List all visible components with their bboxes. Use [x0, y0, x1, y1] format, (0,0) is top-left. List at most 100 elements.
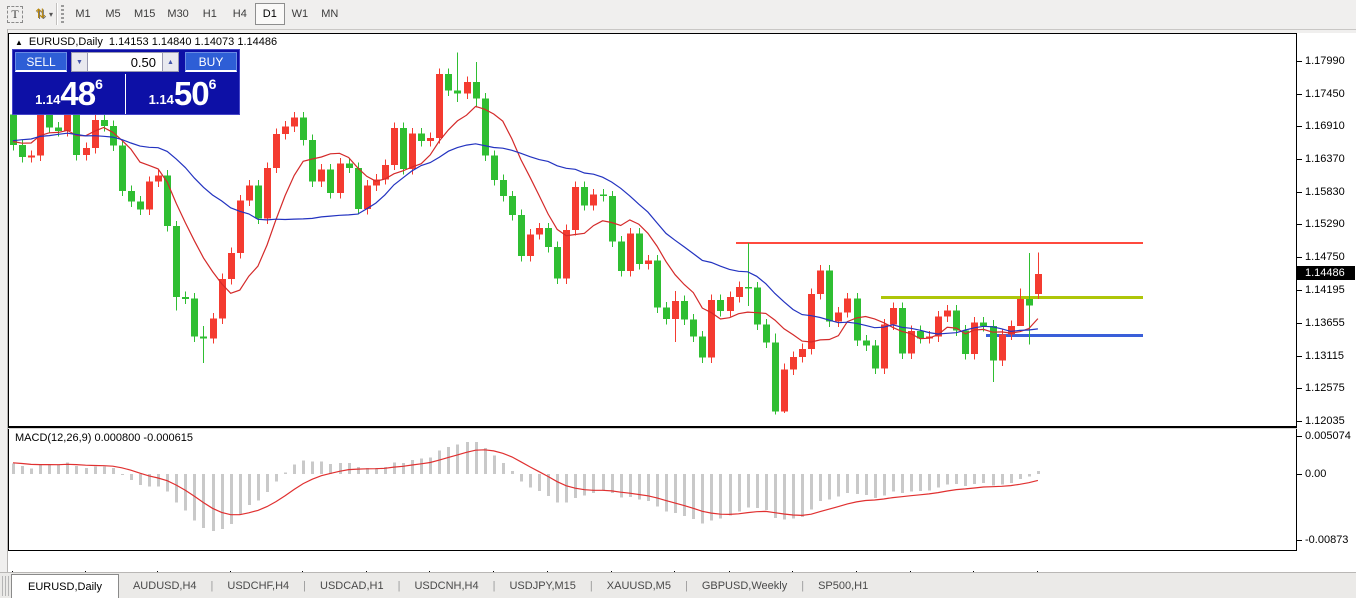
- chart-tab-usdcad[interactable]: USDCAD,H1: [306, 573, 398, 598]
- toolbar-drag-grip[interactable]: [61, 5, 64, 23]
- timeframe-button-m30[interactable]: M30: [161, 3, 194, 25]
- timeframe-button-m15[interactable]: M15: [128, 3, 161, 25]
- candle-body: [282, 127, 289, 134]
- candle-body: [572, 187, 579, 230]
- candle-body: [980, 323, 987, 327]
- chevron-down-icon: ▾: [49, 10, 53, 19]
- macd-histogram-bar: [955, 474, 958, 484]
- candle-body: [754, 287, 761, 324]
- price-axis-tick: [1297, 224, 1302, 225]
- chart-tab-gbpusd[interactable]: GBPUSD,Weekly: [688, 573, 801, 598]
- chart-tab-usdcnh[interactable]: USDCNH,H4: [400, 573, 492, 598]
- macd-panel[interactable]: MACD(12,26,9) 0.000800 -0.000615: [8, 429, 1297, 551]
- macd-histogram-bar: [602, 474, 605, 490]
- candle-body: [618, 242, 625, 272]
- macd-histogram-bar: [919, 474, 922, 491]
- timeframe-button-d1[interactable]: D1: [255, 3, 285, 25]
- macd-histogram-bar: [647, 474, 650, 501]
- timeframe-button-h4[interactable]: H4: [225, 3, 255, 25]
- macd-histogram-bar: [701, 474, 704, 523]
- macd-axis-label: 0.005074: [1305, 430, 1356, 442]
- macd-histogram-bar: [729, 474, 732, 515]
- chart-tab-sp500[interactable]: SP500,H1: [804, 573, 882, 598]
- macd-histogram-bar: [865, 474, 868, 495]
- macd-histogram-bar: [674, 474, 677, 513]
- mt4-window: T ⇅ ▾ M1M5M15M30H1H4D1W1MN ▲ EURUSD,Dail…: [0, 0, 1356, 598]
- timeframe-button-h1[interactable]: H1: [195, 3, 225, 25]
- price-axis-label: 1.15290: [1305, 218, 1356, 230]
- candle-body: [346, 164, 353, 168]
- candle-body: [590, 194, 597, 205]
- macd-histogram-bar: [692, 474, 695, 519]
- timeframe-toolbar: M1M5M15M30H1H4D1W1MN: [68, 3, 345, 25]
- candle-body: [445, 74, 452, 90]
- sell-button[interactable]: SELL: [15, 52, 67, 72]
- sell-price-tile[interactable]: 1.14 48 6: [13, 74, 126, 114]
- price-axis-label: 1.12575: [1305, 382, 1356, 394]
- candle-body: [1017, 299, 1024, 326]
- macd-histogram-bar: [130, 474, 133, 480]
- candle-body: [119, 145, 126, 190]
- main-chart-area[interactable]: ▲ EURUSD,Daily 1.14153 1.14840 1.14073 1…: [8, 33, 1297, 427]
- macd-histogram-bar: [302, 460, 305, 474]
- macd-histogram-bar: [320, 462, 323, 474]
- price-axis-label: 1.16370: [1305, 153, 1356, 165]
- candle-body: [337, 164, 344, 194]
- candle-body: [600, 194, 607, 196]
- macd-histogram-bar: [792, 474, 795, 519]
- candle-body: [210, 318, 217, 338]
- macd-histogram-bar: [94, 467, 97, 474]
- macd-histogram-bar: [1037, 471, 1040, 474]
- candle-body: [19, 145, 26, 157]
- candle-body: [717, 300, 724, 311]
- buy-price-tile[interactable]: 1.14 50 6: [126, 74, 239, 114]
- macd-histogram-bar: [57, 465, 60, 474]
- candle-body: [699, 336, 706, 357]
- text-label-tool-button[interactable]: T: [3, 3, 27, 25]
- macd-histogram-bar: [103, 466, 106, 474]
- macd-histogram-bar: [284, 472, 287, 474]
- price-axis-label: 1.13655: [1305, 317, 1356, 329]
- buy-button[interactable]: BUY: [185, 52, 237, 72]
- volume-decrease-button[interactable]: ▼: [71, 52, 88, 72]
- macd-histogram-bar: [75, 466, 78, 474]
- macd-histogram-bar: [85, 468, 88, 474]
- resistance-line[interactable]: [736, 242, 1143, 244]
- macd-axis-tick: [1297, 474, 1302, 475]
- macd-histogram-bar: [810, 474, 813, 510]
- macd-histogram-bar: [1019, 474, 1022, 479]
- macd-histogram-bar: [402, 463, 405, 474]
- timeframe-button-mn[interactable]: MN: [315, 3, 345, 25]
- chart-tab-xauusd[interactable]: XAUUSD,M5: [593, 573, 685, 598]
- timeframe-button-m1[interactable]: M1: [68, 3, 98, 25]
- timeframe-button-m5[interactable]: M5: [98, 3, 128, 25]
- candle-body: [92, 120, 99, 148]
- macd-histogram-bar: [538, 474, 541, 491]
- macd-histogram-bar: [574, 474, 577, 498]
- buy-price-big: 50: [174, 76, 209, 112]
- candle-body: [83, 148, 90, 155]
- candle-body: [55, 127, 62, 131]
- macd-axis-tick: [1297, 540, 1302, 541]
- macd-histogram-bar: [611, 474, 614, 493]
- candle-body: [563, 230, 570, 278]
- volume-increase-button[interactable]: ▲: [162, 52, 179, 72]
- mid-line[interactable]: [881, 296, 1143, 299]
- chart-tab-usdchf[interactable]: USDCHF,H4: [213, 573, 303, 598]
- macd-histogram-bar: [166, 474, 169, 492]
- chart-tab-usdjpy[interactable]: USDJPY,M15: [495, 573, 589, 598]
- price-axis-tick: [1297, 192, 1302, 193]
- macd-histogram-bar: [411, 460, 414, 474]
- macd-histogram-bar: [39, 465, 42, 474]
- candle-body: [790, 357, 797, 370]
- sell-price-prefix: 1.14: [35, 92, 60, 107]
- volume-input[interactable]: [88, 52, 162, 72]
- chart-tab-eurusd[interactable]: EURUSD,Daily: [11, 574, 119, 598]
- chart-tab-audusd[interactable]: AUDUSD,H4: [119, 573, 211, 598]
- macd-histogram-bar: [475, 442, 478, 474]
- macd-histogram-bar: [248, 474, 251, 505]
- macd-histogram-bar: [230, 474, 233, 524]
- collapse-triangle-icon[interactable]: ▲: [15, 38, 23, 47]
- timeframe-button-w1[interactable]: W1: [285, 3, 315, 25]
- price-axis-tick: [1297, 94, 1302, 95]
